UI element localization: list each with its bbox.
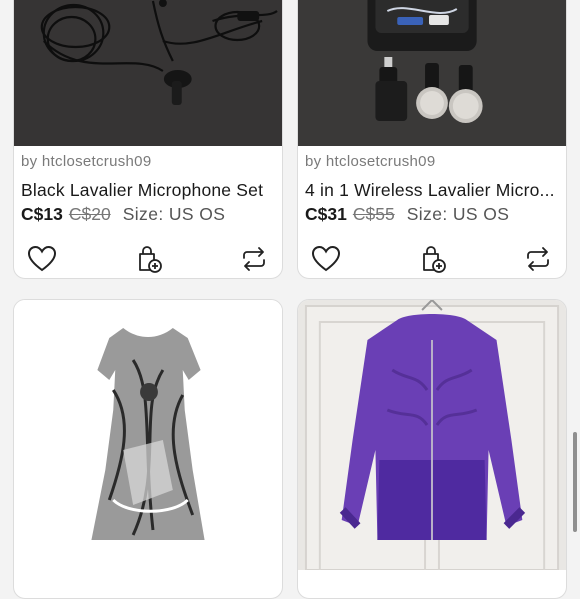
price-row: C$13 C$20 Size: US OS (21, 204, 225, 225)
share-icon[interactable] (522, 243, 554, 275)
heart-icon[interactable] (310, 243, 342, 275)
listing-photo[interactable] (298, 0, 566, 146)
listing-title[interactable]: 4 in 1 Wireless Lavalier Micro... (305, 180, 561, 201)
listing-card[interactable]: by htclosetcrush09 Black Lavalier Microp… (13, 0, 283, 279)
size-label: Size: US OS (406, 204, 510, 224)
original-price: C$55 (352, 204, 395, 224)
listing-photo[interactable] (14, 300, 282, 570)
price: C$31 (305, 204, 347, 224)
original-price: C$20 (68, 204, 111, 224)
listing-card[interactable] (297, 299, 567, 599)
price-row: C$31 C$55 Size: US OS (305, 204, 509, 225)
seller-name[interactable]: by htclosetcrush09 (21, 153, 151, 170)
listing-title[interactable]: Black Lavalier Microphone Set (21, 180, 277, 201)
price: C$13 (21, 204, 63, 224)
share-icon[interactable] (238, 243, 270, 275)
scrollbar[interactable] (573, 432, 577, 532)
add-to-bag-icon[interactable] (417, 243, 449, 275)
seller-name[interactable]: by htclosetcrush09 (305, 153, 435, 170)
listing-card[interactable] (13, 299, 283, 599)
size-label: Size: US OS (122, 204, 226, 224)
listing-photo[interactable] (14, 0, 282, 146)
heart-icon[interactable] (26, 243, 58, 275)
listing-card[interactable]: by htclosetcrush09 4 in 1 Wireless Laval… (297, 0, 567, 279)
listing-photo[interactable] (298, 300, 566, 570)
add-to-bag-icon[interactable] (133, 243, 165, 275)
